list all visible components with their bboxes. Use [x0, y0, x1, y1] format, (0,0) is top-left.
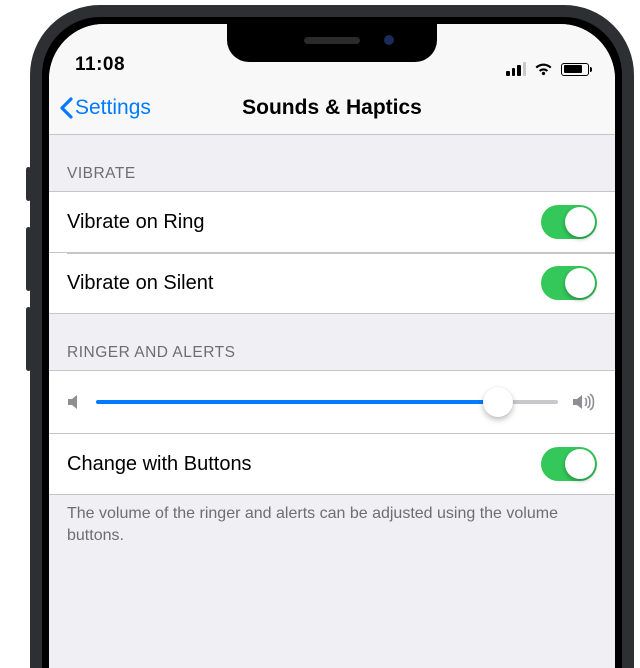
- mute-switch: [26, 167, 31, 201]
- screen: 11:08 Settings Sounds & Haptics VIBRATE …: [49, 24, 615, 668]
- row-vibrate-on-ring[interactable]: Vibrate on Ring: [49, 191, 615, 253]
- row-ringer-volume: [49, 370, 615, 434]
- row-change-with-buttons[interactable]: Change with Buttons: [49, 434, 615, 495]
- row-label: Vibrate on Silent: [67, 272, 541, 295]
- notch: [227, 24, 437, 62]
- row-vibrate-on-silent[interactable]: Vibrate on Silent: [49, 253, 615, 314]
- volume-low-icon: [67, 393, 82, 411]
- status-time: 11:08: [75, 54, 125, 76]
- chevron-left-icon: [59, 97, 73, 119]
- toggle-vibrate-on-ring[interactable]: [541, 205, 597, 239]
- iphone-device-frame: 11:08 Settings Sounds & Haptics VIBRATE …: [30, 5, 634, 668]
- cellular-icon: [506, 62, 526, 76]
- section-header-vibrate: VIBRATE: [49, 135, 615, 191]
- wifi-icon: [534, 62, 553, 76]
- navigation-bar: Settings Sounds & Haptics: [49, 82, 615, 135]
- row-label: Change with Buttons: [67, 453, 541, 476]
- volume-down-button-hardware: [26, 307, 31, 371]
- volume-high-icon: [572, 392, 597, 412]
- row-label: Vibrate on Ring: [67, 211, 541, 234]
- back-button[interactable]: Settings: [49, 96, 151, 120]
- toggle-vibrate-on-silent[interactable]: [541, 266, 597, 300]
- section-footer-ringer: The volume of the ringer and alerts can …: [49, 495, 615, 562]
- ringer-volume-slider[interactable]: [96, 387, 558, 417]
- section-header-ringer-alerts: RINGER AND ALERTS: [49, 314, 615, 370]
- battery-icon: [561, 63, 589, 76]
- back-label: Settings: [75, 96, 151, 120]
- volume-up-button-hardware: [26, 227, 31, 291]
- toggle-change-with-buttons[interactable]: [541, 447, 597, 481]
